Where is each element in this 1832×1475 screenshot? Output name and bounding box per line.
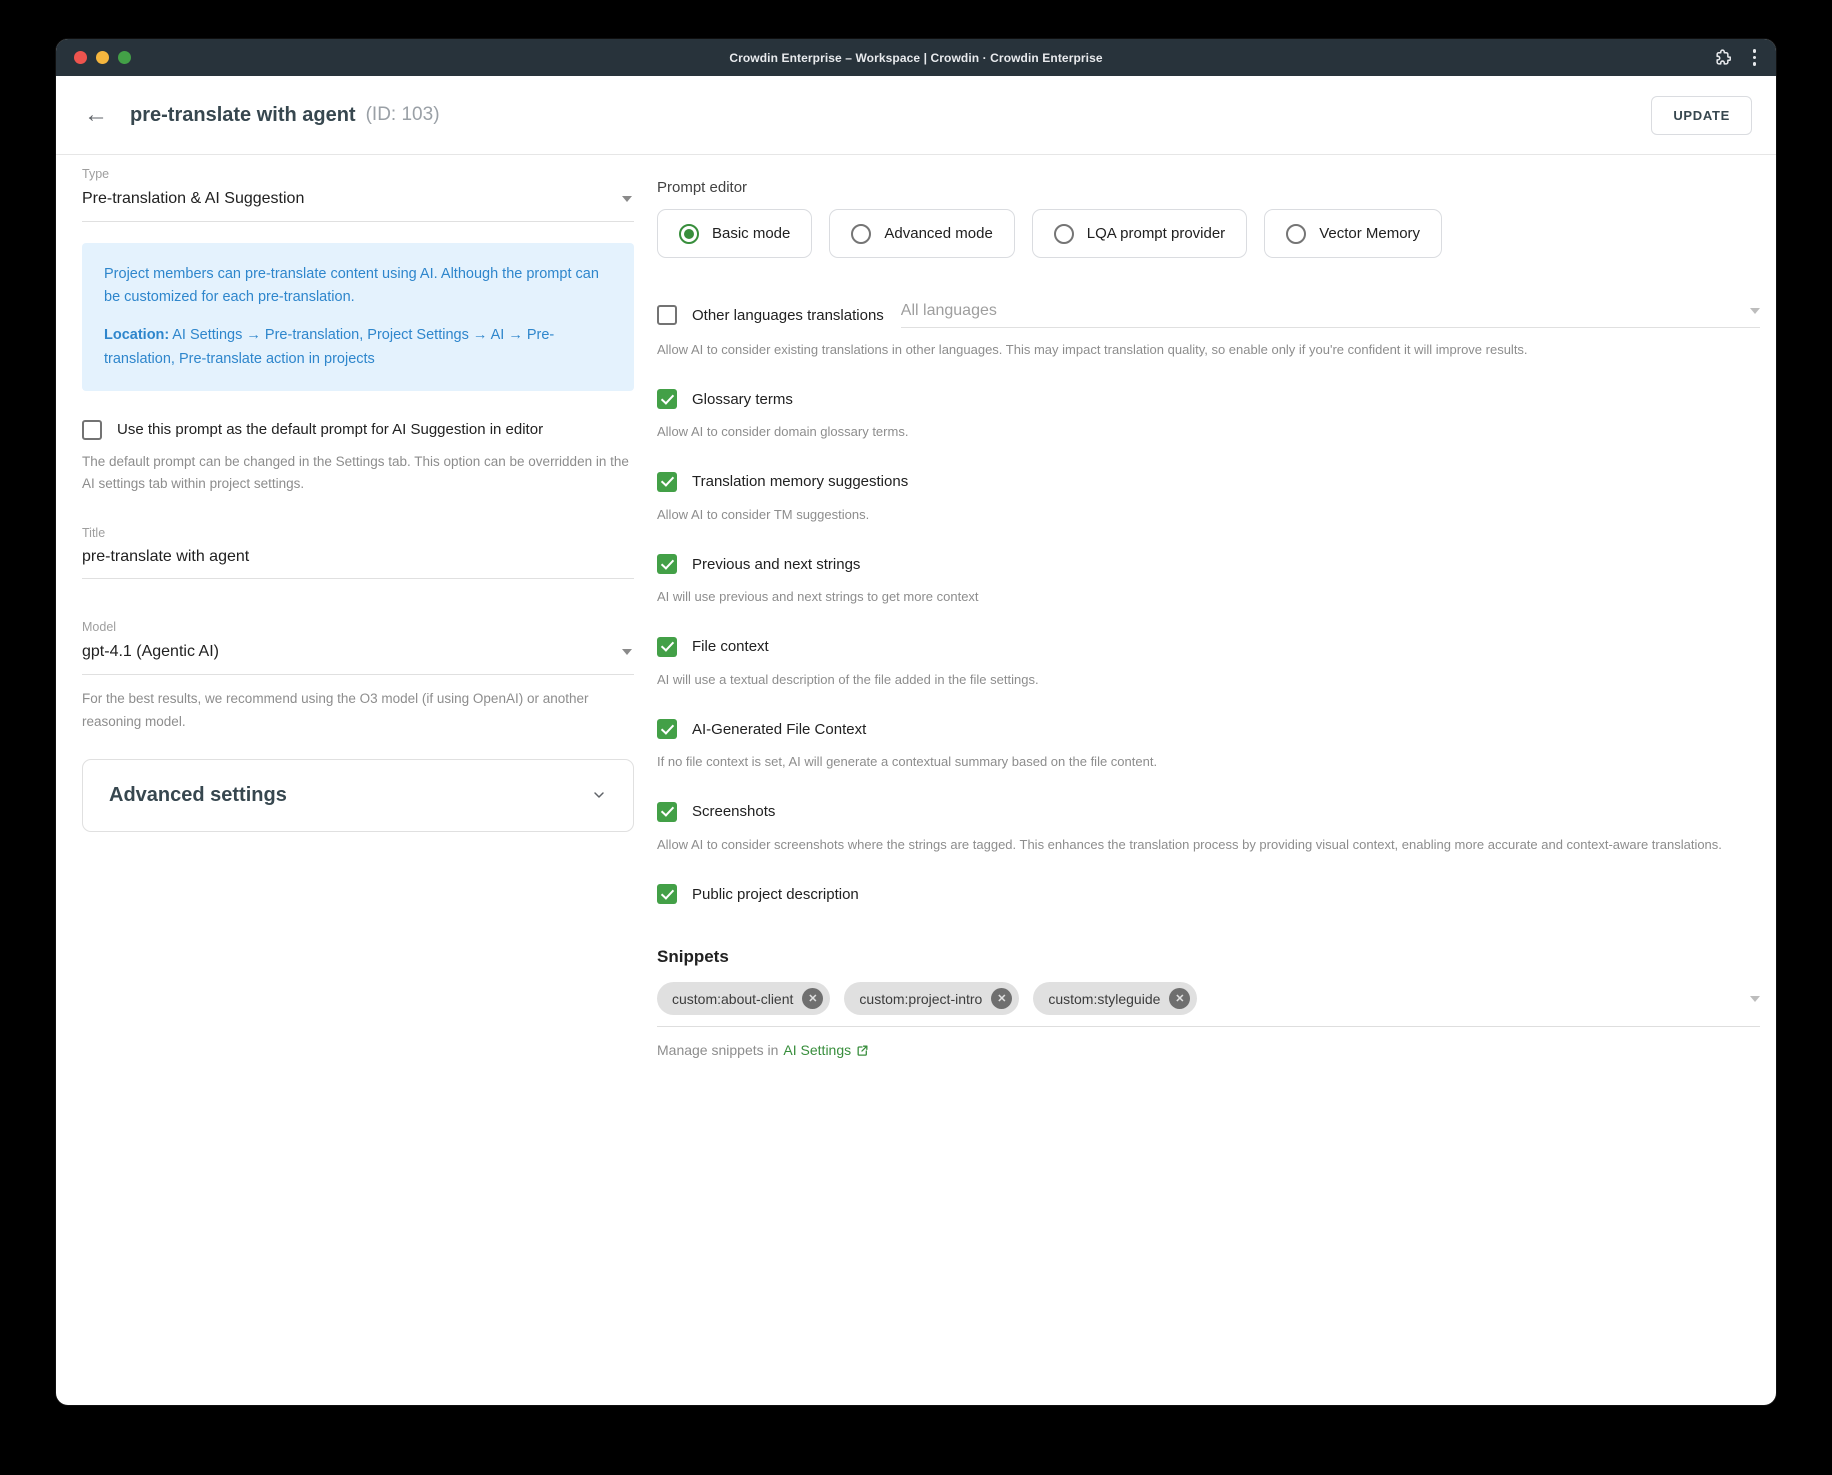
remove-chip-icon[interactable]: ✕ [802, 988, 823, 1009]
type-field: Type Pre-translation & AI Suggestion [82, 167, 634, 222]
chevron-down-icon [1750, 308, 1760, 314]
option-help: Allow AI to consider TM suggestions. [657, 504, 1760, 525]
ai-settings-link[interactable]: AI Settings [783, 1042, 869, 1058]
prompt-editor-label: Prompt editor [657, 179, 1760, 196]
snippets-heading: Snippets [657, 947, 1760, 967]
model-help: For the best results, we recommend using… [82, 688, 634, 733]
external-link-icon [856, 1044, 869, 1057]
advanced-settings-toggle[interactable]: Advanced settings [82, 759, 634, 832]
mode-vector-memory[interactable]: Vector Memory [1264, 209, 1442, 258]
checked-checkbox[interactable] [657, 472, 677, 492]
prompt-editor-mode-group: Basic mode Advanced mode LQA prompt prov… [657, 209, 1760, 258]
radio-selected-icon [679, 224, 699, 244]
checked-checkbox[interactable] [657, 802, 677, 822]
option-row[interactable]: File context [657, 637, 1760, 657]
model-label: Model [82, 620, 634, 634]
type-label: Type [82, 167, 634, 181]
window-title: Crowdin Enterprise – Workspace | Crowdin… [56, 51, 1776, 65]
default-prompt-row[interactable]: Use this prompt as the default prompt fo… [82, 420, 634, 440]
advanced-settings-label: Advanced settings [109, 784, 287, 807]
option-help: AI will use previous and next strings to… [657, 586, 1760, 607]
mode-advanced[interactable]: Advanced mode [829, 209, 1014, 258]
option-glossary-terms: Glossary terms Allow AI to consider doma… [657, 389, 1760, 442]
checked-checkbox[interactable] [657, 554, 677, 574]
page-id-badge: (ID: 103) [366, 104, 440, 126]
option-screenshots: Screenshots Allow AI to consider screens… [657, 802, 1760, 855]
snippets-section: Snippets custom:about-client ✕ custom:pr… [657, 947, 1760, 1058]
model-select[interactable]: gpt-4.1 (Agentic AI) [82, 634, 634, 675]
type-select[interactable]: Pre-translation & AI Suggestion [82, 181, 634, 222]
option-translation-memory: Translation memory suggestions Allow AI … [657, 472, 1760, 525]
option-help: Allow AI to consider screenshots where t… [657, 834, 1760, 855]
browser-window: Crowdin Enterprise – Workspace | Crowdin… [56, 39, 1776, 1405]
info-text: Project members can pre-translate conten… [104, 263, 612, 309]
option-public-project-description: Public project description [657, 884, 1760, 904]
other-languages-help: Allow AI to consider existing translatio… [657, 339, 1760, 360]
option-help: Allow AI to consider domain glossary ter… [657, 421, 1760, 442]
snippets-select[interactable]: custom:about-client ✕ custom:project-int… [657, 982, 1760, 1027]
title-input-value: pre-translate with agent [82, 548, 249, 566]
radio-icon [1054, 224, 1074, 244]
remove-chip-icon[interactable]: ✕ [1169, 988, 1190, 1009]
title-label: Title [82, 526, 634, 540]
chevron-down-icon [591, 787, 607, 803]
page-header: ← pre-translate with agent (ID: 103) UPD… [56, 76, 1776, 154]
mode-lqa-prompt-provider[interactable]: LQA prompt provider [1032, 209, 1247, 258]
model-field: Model gpt-4.1 (Agentic AI) For the best … [82, 620, 634, 733]
settings-right-column: Prompt editor Basic mode Advanced mode L… [657, 155, 1760, 1058]
model-select-value: gpt-4.1 (Agentic AI) [82, 643, 219, 661]
checked-checkbox[interactable] [657, 637, 677, 657]
option-row[interactable]: Translation memory suggestions [657, 472, 1760, 492]
browser-menu-icon[interactable] [1751, 47, 1759, 68]
titlebar: Crowdin Enterprise – Workspace | Crowdin… [56, 39, 1776, 76]
option-row[interactable]: Glossary terms [657, 389, 1760, 409]
update-button[interactable]: UPDATE [1651, 96, 1752, 135]
option-help: If no file context is set, AI will gener… [657, 751, 1760, 772]
option-row[interactable]: Previous and next strings [657, 554, 1760, 574]
chevron-down-icon [622, 196, 632, 202]
chevron-down-icon [1750, 996, 1760, 1002]
default-prompt-help: The default prompt can be changed in the… [82, 451, 634, 496]
option-row[interactable]: AI-Generated File Context [657, 719, 1760, 739]
snippet-chip: custom:about-client ✕ [657, 982, 830, 1015]
checked-checkbox[interactable] [657, 884, 677, 904]
title-input[interactable]: pre-translate with agent [82, 540, 634, 579]
window-controls[interactable] [74, 51, 131, 64]
snippet-chip: custom:styleguide ✕ [1033, 982, 1197, 1015]
info-location-label: Location: [104, 327, 169, 343]
info-location-text: Location:AI Settings → Pre-translation, … [104, 324, 612, 370]
title-field: Title pre-translate with agent [82, 526, 634, 579]
page-title: pre-translate with agent [130, 104, 356, 127]
type-info-box: Project members can pre-translate conten… [82, 243, 634, 391]
other-languages-label: Other languages translations [692, 307, 884, 324]
other-languages-input[interactable] [901, 302, 1750, 320]
option-row[interactable]: Public project description [657, 884, 1760, 904]
other-languages-row: Other languages translations [657, 302, 1760, 328]
other-languages-checkbox[interactable] [657, 305, 677, 325]
settings-left-column: Type Pre-translation & AI Suggestion Pro… [82, 155, 634, 832]
close-window-button[interactable] [74, 51, 87, 64]
extensions-icon[interactable] [1714, 48, 1733, 67]
option-row[interactable]: Screenshots [657, 802, 1760, 822]
option-help: AI will use a textual description of the… [657, 669, 1760, 690]
other-languages-select[interactable] [901, 302, 1760, 328]
remove-chip-icon[interactable]: ✕ [991, 988, 1012, 1009]
checked-checkbox[interactable] [657, 719, 677, 739]
snippet-chip: custom:project-intro ✕ [844, 982, 1019, 1015]
checked-checkbox[interactable] [657, 389, 677, 409]
default-prompt-checkbox[interactable] [82, 420, 102, 440]
option-file-context: File context AI will use a textual descr… [657, 637, 1760, 690]
radio-icon [1286, 224, 1306, 244]
radio-icon [851, 224, 871, 244]
minimize-window-button[interactable] [96, 51, 109, 64]
default-prompt-label: Use this prompt as the default prompt fo… [117, 421, 543, 438]
option-ai-generated-file-context: AI-Generated File Context If no file con… [657, 719, 1760, 772]
type-select-value: Pre-translation & AI Suggestion [82, 190, 304, 208]
option-previous-next-strings: Previous and next strings AI will use pr… [657, 554, 1760, 607]
back-button[interactable]: ← [80, 99, 112, 131]
manage-snippets-line: Manage snippets in AI Settings [657, 1042, 1760, 1058]
zoom-window-button[interactable] [118, 51, 131, 64]
mode-basic[interactable]: Basic mode [657, 209, 812, 258]
chevron-down-icon [622, 649, 632, 655]
